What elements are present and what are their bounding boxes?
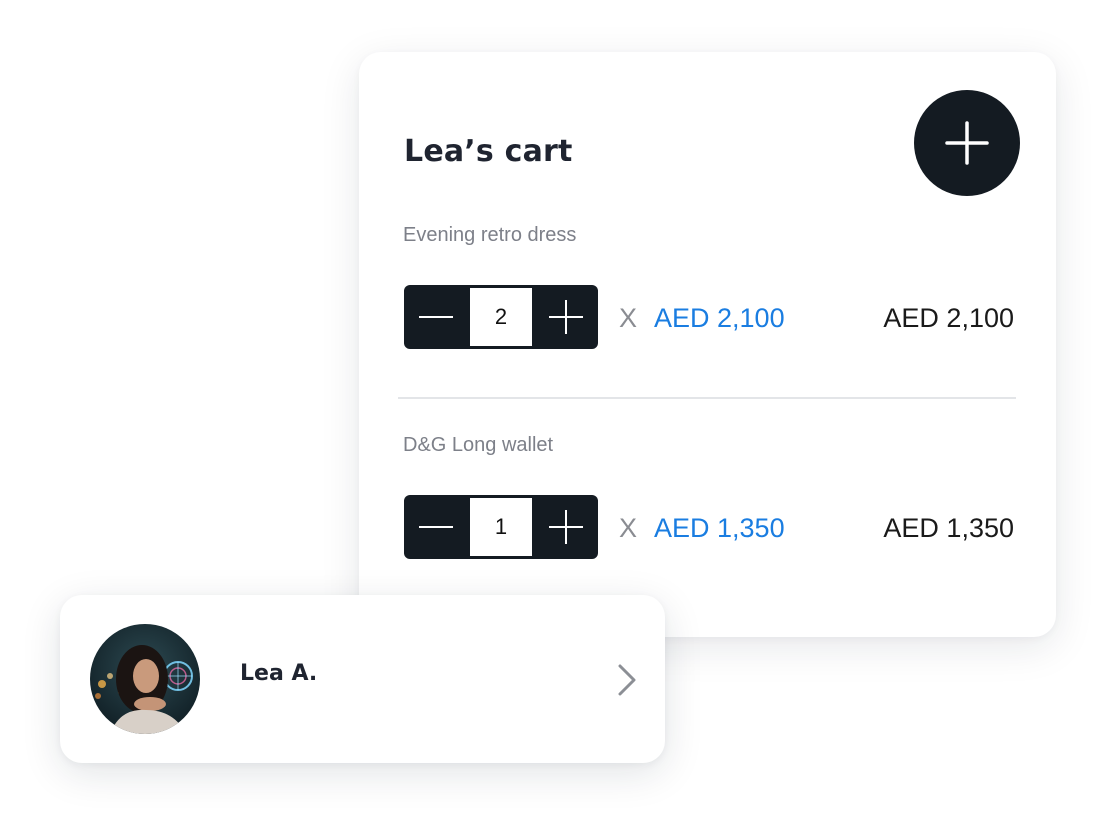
decrease-quantity-button[interactable] [404, 285, 468, 349]
chevron-right-icon [618, 664, 636, 696]
unit-price: AED 1,350 [654, 513, 785, 543]
user-card[interactable]: Lea A. [60, 595, 665, 763]
add-item-button[interactable] [914, 90, 1020, 196]
plus-icon [549, 300, 583, 334]
divider [398, 397, 1016, 399]
item-name: D&G Long wallet [403, 434, 554, 456]
multiply-sign: X [619, 513, 638, 543]
line-total: AED 2,100 [883, 303, 1014, 333]
cart-card: Lea’s cart Evening retro dress X AED 2,1… [359, 52, 1056, 637]
avatar [90, 624, 200, 734]
increase-quantity-button[interactable] [534, 495, 598, 559]
quantity-stepper [404, 495, 598, 559]
cart-title: Lea’s cart [404, 134, 573, 169]
increase-quantity-button[interactable] [534, 285, 598, 349]
quantity-stepper [404, 285, 598, 349]
minus-icon [419, 316, 453, 318]
user-name: Lea A. [240, 661, 318, 686]
decrease-quantity-button[interactable] [404, 495, 468, 559]
item-name: Evening retro dress [403, 224, 577, 246]
minus-icon [419, 526, 453, 528]
plus-icon [549, 510, 583, 544]
quantity-input[interactable] [470, 288, 532, 346]
unit-price: AED 2,100 [654, 303, 785, 333]
quantity-input[interactable] [470, 498, 532, 556]
plus-icon [945, 121, 989, 165]
line-total: AED 1,350 [883, 513, 1014, 543]
multiply-sign: X [619, 303, 638, 333]
